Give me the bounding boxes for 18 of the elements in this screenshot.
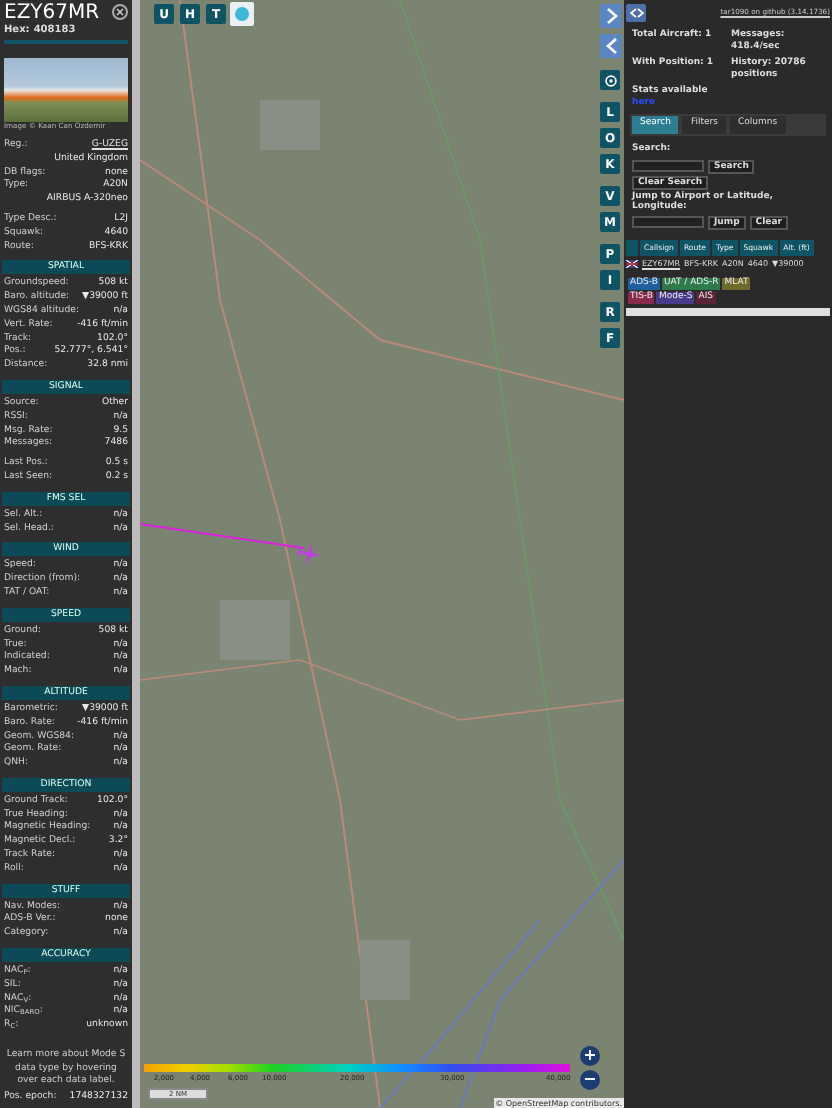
settings-icon <box>603 73 617 87</box>
flag-icon <box>626 259 638 268</box>
zoom-out-button[interactable]: − <box>580 1070 600 1090</box>
collapse-button[interactable] <box>600 34 622 58</box>
table-header-cell <box>626 239 638 256</box>
settings-button[interactable] <box>600 70 620 90</box>
expand-button[interactable] <box>600 4 622 28</box>
close-icon <box>116 8 124 16</box>
callsign-title: EZY67MR <box>4 2 100 24</box>
close-button[interactable] <box>112 4 128 20</box>
toggle-sidebar-button[interactable] <box>626 4 646 22</box>
aircraft-photo-placeholder <box>4 58 128 122</box>
range-rings-button[interactable] <box>230 2 254 26</box>
jump-field[interactable] <box>632 216 704 229</box>
circle-icon <box>234 6 250 22</box>
zoom-in-button[interactable]: + <box>580 1046 600 1066</box>
search-field[interactable] <box>632 160 704 173</box>
arrows-icon <box>629 8 643 18</box>
